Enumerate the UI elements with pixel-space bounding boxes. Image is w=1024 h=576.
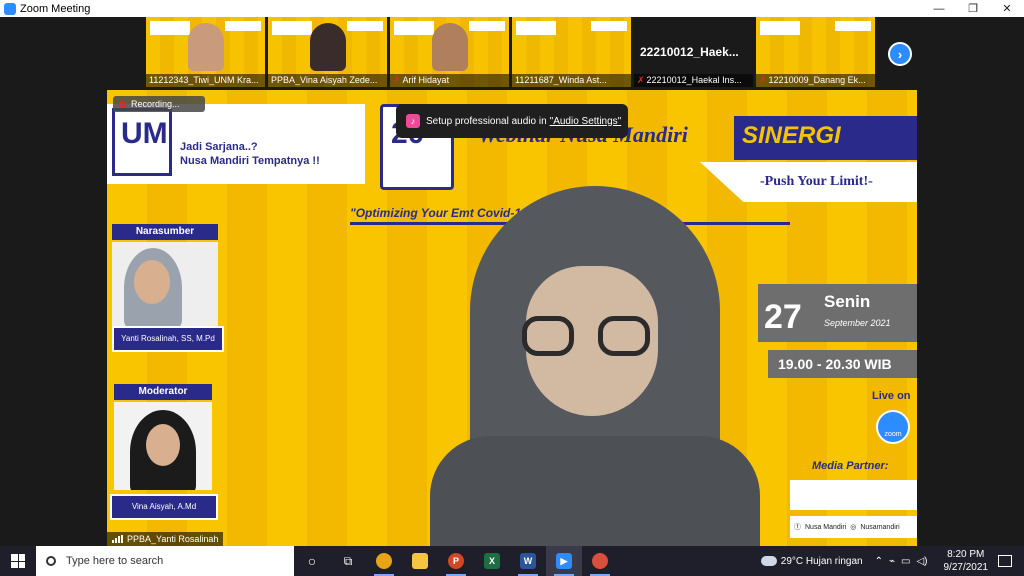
instagram-icon: ◎ — [850, 524, 857, 531]
volume-icon[interactable]: ◁) — [916, 556, 927, 567]
active-speaker-label: PPBA_Yanti Rosalinah — [107, 532, 224, 546]
cloud-icon — [760, 556, 777, 566]
media-partners-logos — [790, 480, 917, 510]
slide-tagline: Jadi Sarjana..? Nusa Mandiri Tempatnya !… — [180, 140, 320, 168]
social-instagram: Nusamandiri — [860, 523, 900, 531]
participant-name: 11211687_Winda Ast... — [512, 74, 631, 87]
minimize-button[interactable]: — — [922, 0, 956, 17]
university-logo: UM — [112, 108, 172, 176]
event-time: 19.00 - 20.30 WIB — [768, 350, 917, 378]
recording-indicator[interactable]: Recording... — [113, 96, 205, 112]
tagline-line-2: Nusa Mandiri Tempatnya !! — [180, 155, 320, 167]
media-partners-label: Media Partner: — [812, 460, 889, 472]
system-tray: 29°C Hujan ringan ⌃ ⌁ ▭ ◁) 8:20 PM 9/27/… — [760, 546, 1024, 576]
task-view-icon[interactable]: ⧉ — [330, 546, 366, 576]
event-weekday: Senin — [824, 292, 871, 311]
participant-tile[interactable]: 11211687_Winda Ast... — [512, 17, 631, 87]
participant-tile[interactable]: 22210012_Haek... ✗ 22210012_Haekal Ins... — [634, 17, 753, 87]
mic-muted-icon: ✗ — [759, 75, 767, 85]
social-links: ⓕ Nusa Mandiri ◎ Nusamandiri — [790, 516, 917, 538]
battery-icon[interactable]: ▭ — [901, 556, 910, 567]
participant-name-row: ✗ 22210012_Haekal Ins... — [634, 74, 753, 87]
audio-tip-text: Setup professional audio in — [426, 115, 547, 127]
notification-icon[interactable] — [998, 555, 1012, 567]
participant-strip: 11212343_Tiwi_UNM Kra... PPBA_Vina Aisya… — [146, 17, 875, 87]
speaker-figure — [430, 186, 760, 546]
windows-logo-icon — [11, 554, 25, 568]
participant-name-row: ✗ Arif Hidayat — [390, 74, 509, 87]
file-explorer-icon[interactable] — [402, 546, 438, 576]
participant-name: Arif Hidayat — [402, 75, 450, 85]
music-note-icon: ♪ — [406, 114, 420, 128]
moderator-name: Vina Aisyah, A.Md — [110, 494, 218, 520]
narasumber-name: Yanti Rosalinah, SS, M.Pd — [112, 326, 224, 352]
network-icon[interactable]: ⌁ — [889, 556, 895, 567]
taskbar-search[interactable]: Type here to search — [36, 546, 294, 576]
clock-time: 8:20 PM — [947, 549, 985, 560]
clock-date: 9/27/2021 — [943, 562, 989, 573]
powerpoint-icon[interactable]: P — [438, 546, 474, 576]
event-month: September 2021 — [824, 318, 891, 328]
slogan-text: -Push Your Limit!- — [760, 174, 873, 189]
record-icon — [119, 100, 126, 108]
participant-tile[interactable]: 11212343_Tiwi_UNM Kra... — [146, 17, 265, 87]
excel-icon[interactable]: X — [474, 546, 510, 576]
maximize-button[interactable]: ❐ — [956, 0, 990, 17]
narasumber-label: Narasumber — [112, 224, 218, 240]
narasumber-photo — [112, 242, 218, 326]
tagline-line-1: Jadi Sarjana..? — [180, 141, 258, 153]
weather-text: 29°C Hujan ringan — [780, 555, 863, 567]
participant-name: 22210012_Haekal Ins... — [646, 75, 742, 85]
close-button[interactable]: ✕ — [990, 0, 1024, 17]
weather-widget[interactable]: 29°C Hujan ringan — [760, 555, 863, 567]
taskbar-clock[interactable]: 8:20 PM 9/27/2021 — [944, 548, 989, 574]
moderator-label: Moderator — [114, 384, 212, 400]
search-placeholder: Type here to search — [66, 555, 164, 567]
active-speaker-name: PPBA_Yanti Rosalinah — [127, 534, 219, 544]
word-icon[interactable]: W — [510, 546, 546, 576]
chrome-icon[interactable] — [366, 546, 402, 576]
chevron-up-icon[interactable]: ⌃ — [875, 556, 883, 567]
audio-settings-tip[interactable]: ♪ Setup professional audio in "Audio Set… — [396, 104, 628, 138]
mic-muted-icon: ✗ — [637, 75, 645, 85]
zoom-app-icon — [4, 2, 16, 15]
moderator-photo — [114, 402, 212, 490]
recording-label: Recording... — [131, 99, 180, 109]
event-day: 27 — [764, 298, 802, 336]
brand-text: SINERGI — [742, 122, 841, 149]
connection-signal-icon — [112, 535, 123, 543]
participant-tile[interactable]: ✗ Arif Hidayat — [390, 17, 509, 87]
event-date: 27 Senin September 2021 — [758, 284, 917, 342]
participant-name: 11212343_Tiwi_UNM Kra... — [146, 74, 265, 87]
university-logo-text: UM — [121, 117, 168, 150]
cortana-icon[interactable]: ○ — [294, 546, 330, 576]
zoom-logo-text: zoom — [884, 431, 902, 438]
facebook-icon: ⓕ — [794, 524, 801, 531]
zoom-icon[interactable]: ▶ — [546, 546, 582, 576]
participant-tile[interactable]: PPBA_Vina Aisyah Zede... — [268, 17, 387, 87]
chevron-right-icon[interactable]: › — [888, 42, 912, 66]
brand-banner: SINERGI — [734, 116, 917, 160]
start-button[interactable] — [0, 546, 36, 576]
participant-name-row: ✗ 12210009_Danang Ek... — [756, 74, 875, 87]
zoom-logo-icon: zoom — [876, 410, 910, 444]
participant-name: 12210009_Danang Ek... — [768, 75, 866, 85]
social-facebook: Nusa Mandiri — [805, 523, 847, 531]
participant-tile[interactable]: ✗ 12210009_Danang Ek... — [756, 17, 875, 87]
participant-name: PPBA_Vina Aisyah Zede... — [268, 74, 387, 87]
participant-display-name: 22210012_Haek... — [640, 45, 739, 59]
mic-muted-icon: ✗ — [393, 75, 401, 85]
search-icon — [46, 556, 56, 566]
chrome-profile-icon[interactable] — [582, 546, 618, 576]
live-on-label: Live on — [872, 390, 911, 402]
audio-settings-link[interactable]: "Audio Settings" — [550, 116, 622, 127]
window-title: Zoom Meeting — [20, 2, 91, 15]
window-titlebar: Zoom Meeting — ❐ ✕ — [0, 0, 1024, 17]
